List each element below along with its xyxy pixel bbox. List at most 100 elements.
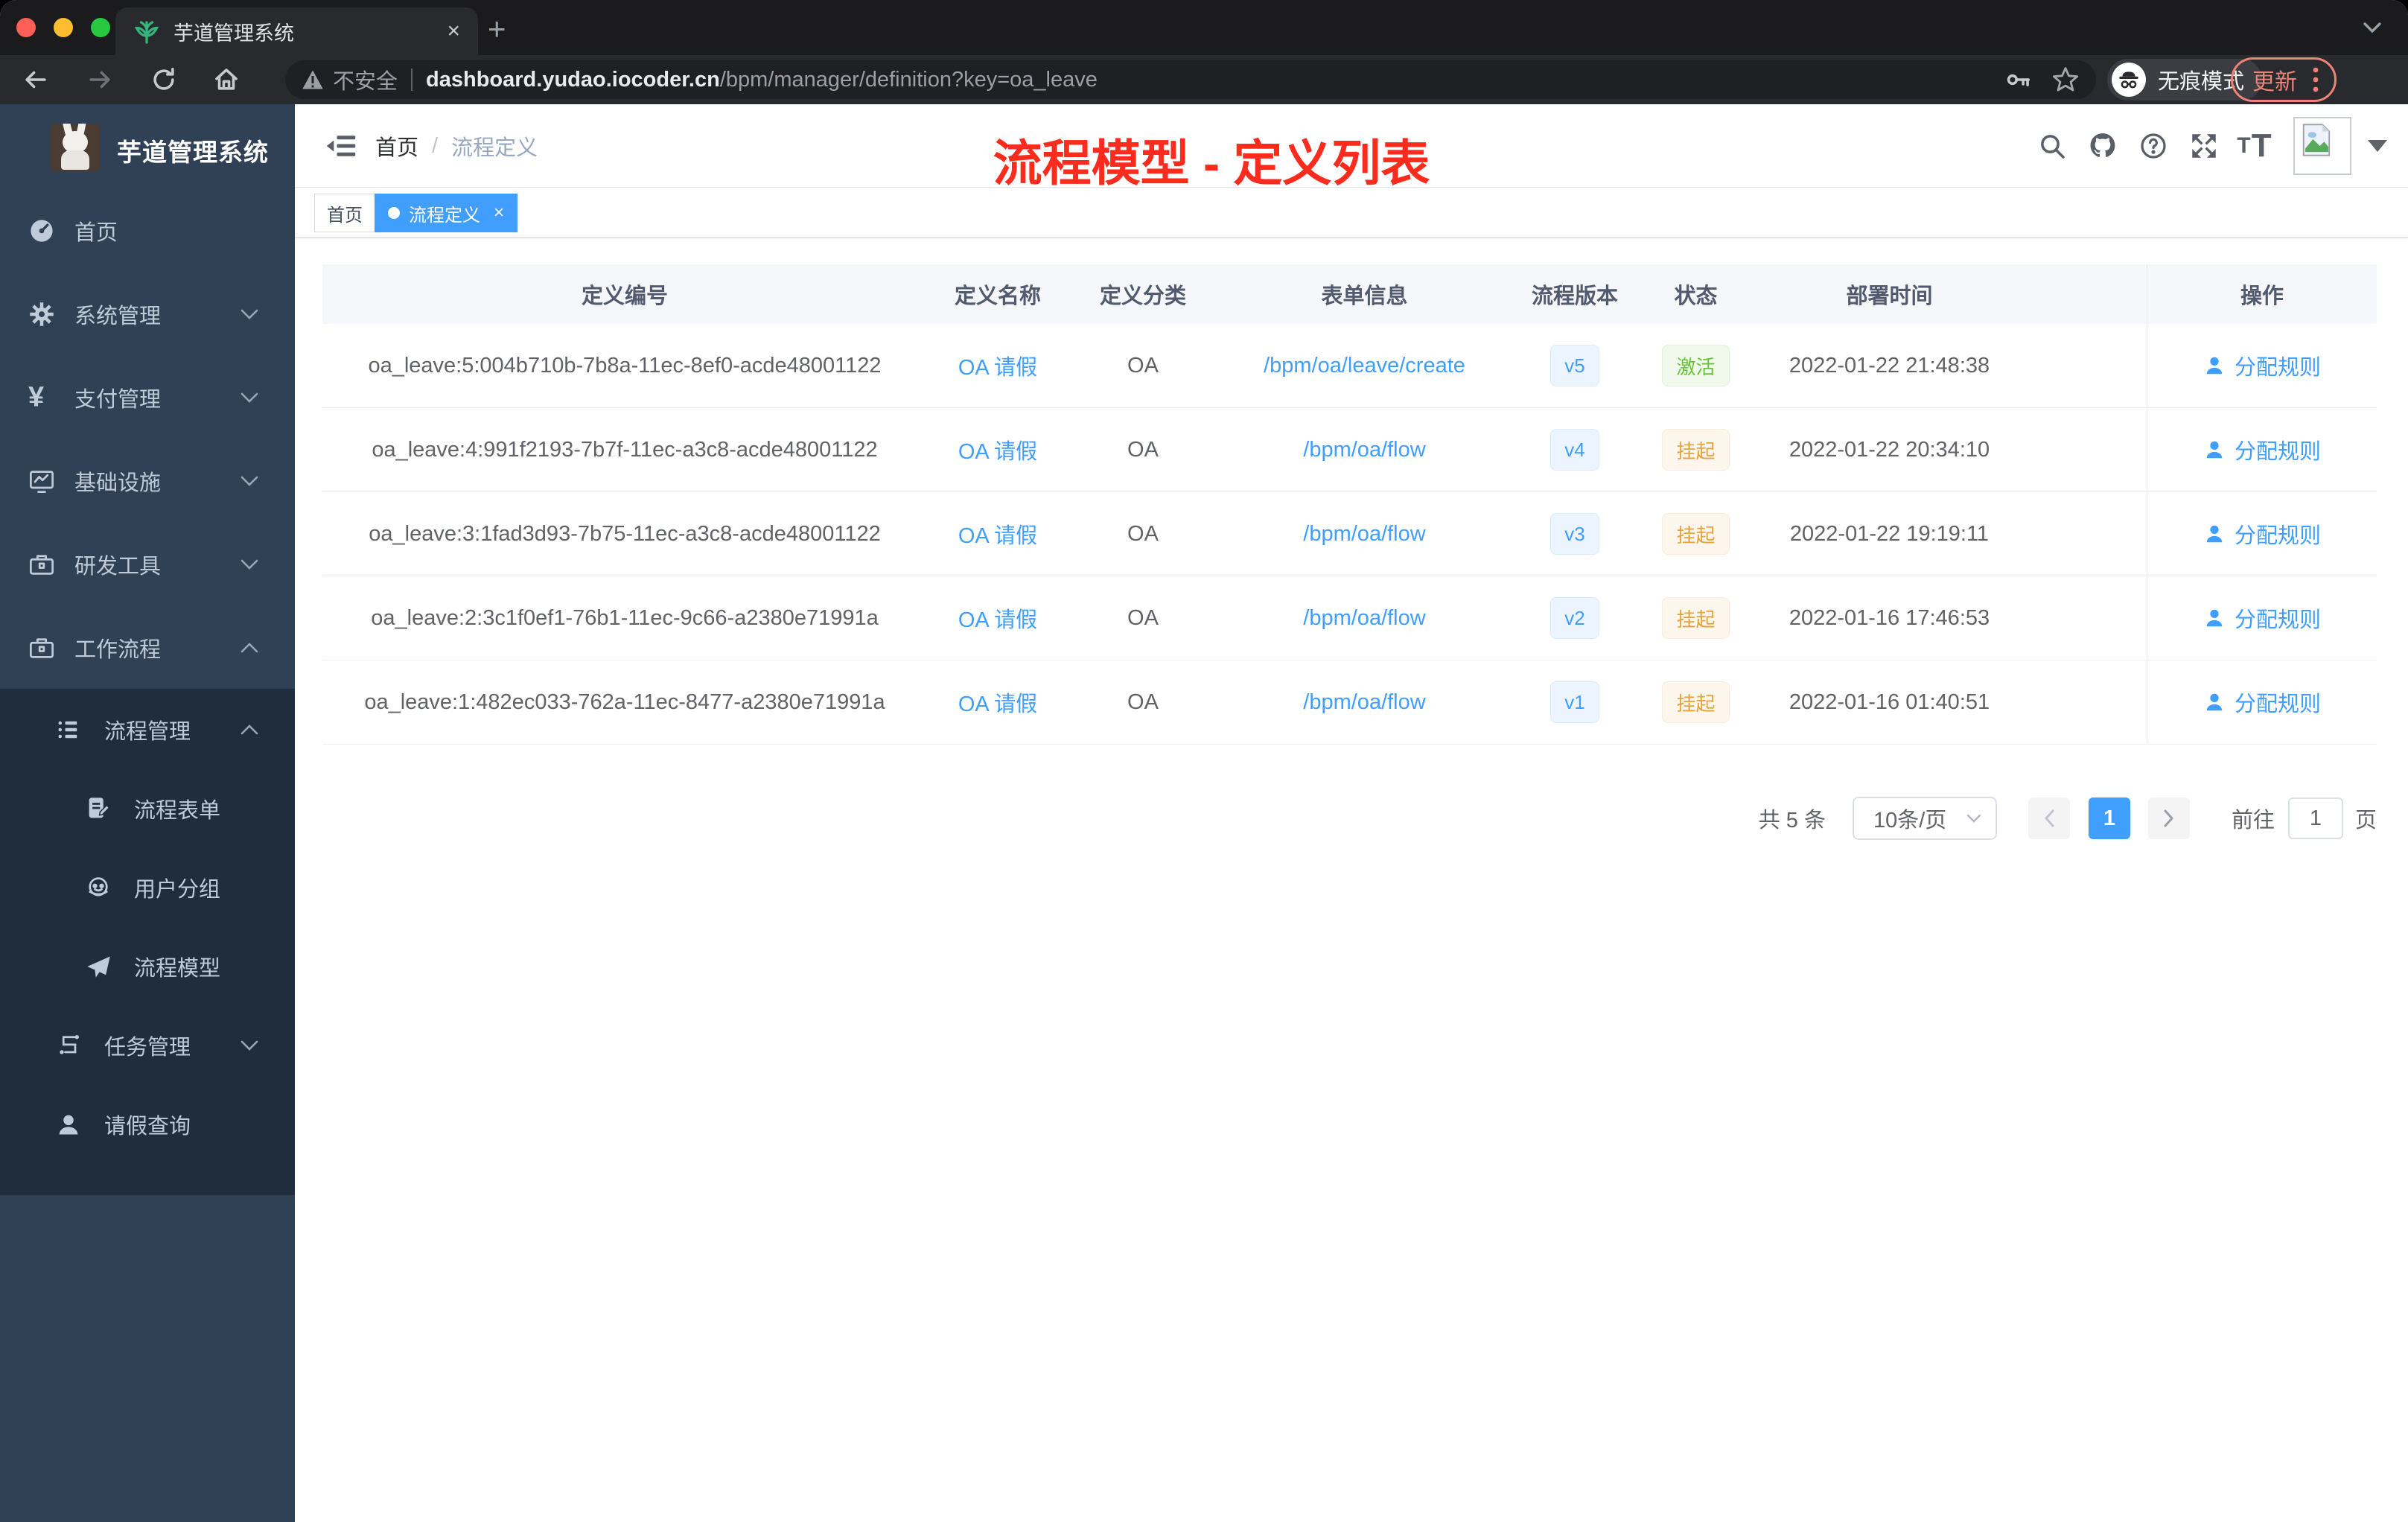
app-logo-row[interactable]: 芋道管理系统	[0, 122, 295, 174]
breadcrumb-home[interactable]: 首页	[375, 130, 418, 162]
hamburger-fold-icon[interactable]	[325, 130, 357, 162]
definition-category: OA	[1127, 605, 1159, 630]
security-warning-icon[interactable]	[302, 69, 324, 90]
version-badge[interactable]: v2	[1550, 597, 1599, 639]
sidebar-item-user-group[interactable]: 用户分组	[0, 854, 295, 921]
version-badge[interactable]: v1	[1550, 681, 1599, 723]
pagination: 共 5 条 10条/页 1 前往 1 页	[322, 797, 2377, 840]
next-page-button[interactable]	[2147, 797, 2190, 839]
col-definition-name: 定义名称	[954, 284, 1041, 308]
col-deploy-time: 部署时间	[1846, 284, 1933, 308]
form-link[interactable]: /bpm/oa/flow	[1303, 606, 1425, 631]
definition-category: OA	[1127, 521, 1159, 546]
close-window-button[interactable]	[16, 18, 36, 37]
font-size-icon[interactable]: TT	[2229, 121, 2280, 171]
home-icon[interactable]	[210, 63, 243, 96]
assign-rule-button[interactable]: 分配规则	[2203, 350, 2321, 381]
prev-page-button[interactable]	[2028, 797, 2070, 839]
tag-process-definition[interactable]: 流程定义 ×	[375, 194, 518, 232]
sidebar-item-devtools[interactable]: 研发工具	[0, 531, 295, 598]
goto-label: 前往	[2231, 809, 2275, 832]
definition-name-link[interactable]: OA 请假	[958, 518, 1037, 550]
sidebar-item-payment[interactable]: ¥ 支付管理	[0, 364, 295, 431]
browser-tab[interactable]: 芋道管理系统 ×	[115, 7, 478, 55]
tag-home[interactable]: 首页	[314, 194, 375, 232]
tab-strip: 芋道管理系统 × +	[0, 0, 2408, 55]
password-key-icon[interactable]	[2004, 66, 2032, 94]
back-icon[interactable]	[19, 63, 52, 96]
prev-arrow-icon	[2045, 809, 2054, 827]
form-link[interactable]: /bpm/oa/flow	[1303, 690, 1425, 715]
reload-icon[interactable]	[147, 63, 180, 96]
flow-nodes-icon	[55, 1032, 82, 1059]
definition-name-link[interactable]: OA 请假	[958, 350, 1037, 381]
assign-rule-button[interactable]: 分配规则	[2203, 687, 2321, 718]
assign-rule-button[interactable]: 分配规则	[2203, 518, 2321, 550]
bookmark-star-icon[interactable]	[2051, 66, 2080, 94]
url-path[interactable]: /bpm/manager/definition?key=oa_leave	[720, 68, 1098, 92]
page-size-select[interactable]: 10条/页	[1852, 797, 1997, 840]
gear-icon	[28, 301, 55, 328]
address-bar[interactable]: 不安全 dashboard.yudao.iocoder.cn/bpm/manag…	[285, 60, 2096, 99]
assign-rule-button[interactable]: 分配规则	[2203, 602, 2321, 634]
paper-plane-icon	[85, 953, 112, 980]
sidebar-item-process-model[interactable]: 流程模型	[0, 933, 295, 1000]
fullscreen-icon[interactable]	[2179, 121, 2229, 171]
sidebar-item-workflow[interactable]: 工作流程	[0, 614, 295, 681]
definition-category: OA	[1127, 353, 1159, 378]
status-badge: 挂起	[1662, 513, 1730, 555]
status-badge: 挂起	[1662, 597, 1730, 639]
github-icon[interactable]	[2077, 121, 2128, 171]
table-row: oa_leave:2:3c1f0ef1-76b1-11ec-9c66-a2380…	[322, 576, 2377, 660]
tab-search-chevron-icon[interactable]	[2360, 19, 2384, 36]
status-badge: 挂起	[1662, 429, 1730, 471]
zoom-window-button[interactable]	[91, 18, 110, 37]
minimize-window-button[interactable]	[54, 18, 73, 37]
briefcase-icon	[28, 634, 55, 661]
col-form-info: 表单信息	[1321, 284, 1408, 308]
definition-id: oa_leave:1:482ec033-762a-11ec-8477-a2380…	[364, 690, 885, 714]
chevron-down-icon	[240, 308, 259, 320]
next-arrow-icon	[2164, 809, 2173, 827]
user-icon	[55, 1111, 82, 1138]
status-badge: 激活	[1662, 345, 1730, 386]
user-icon	[2206, 441, 2223, 459]
security-label[interactable]: 不安全	[333, 64, 398, 95]
avatar[interactable]	[2293, 117, 2351, 175]
form-link[interactable]: /bpm/oa/leave/create	[1264, 354, 1465, 378]
browser-update-button[interactable]: 更新	[2231, 57, 2337, 102]
new-tab-button[interactable]: +	[488, 13, 506, 45]
definition-id: oa_leave:4:991f2193-7b7f-11ec-a3c8-acde4…	[372, 437, 878, 462]
sidebar-item-system[interactable]: 系统管理	[0, 281, 295, 348]
avatar-dropdown-caret-icon[interactable]	[2368, 140, 2387, 152]
form-link[interactable]: /bpm/oa/flow	[1303, 438, 1425, 462]
version-badge[interactable]: v3	[1550, 513, 1599, 555]
definition-name-link[interactable]: OA 请假	[958, 602, 1037, 634]
sidebar-item-process-management[interactable]: 流程管理	[0, 696, 295, 763]
tag-close-icon[interactable]: ×	[494, 203, 504, 223]
sidebar-item-task-management[interactable]: 任务管理	[0, 1012, 295, 1079]
definition-name-link[interactable]: OA 请假	[958, 434, 1037, 465]
tab-close-icon[interactable]: ×	[447, 20, 460, 42]
url-host[interactable]: dashboard.yudao.iocoder.cn	[426, 68, 720, 92]
version-badge[interactable]: v5	[1550, 345, 1599, 386]
col-definition-id: 定义编号	[581, 284, 668, 308]
page-number-button[interactable]: 1	[2088, 797, 2130, 839]
search-icon[interactable]	[2027, 121, 2077, 171]
definition-category: OA	[1127, 690, 1159, 714]
version-badge[interactable]: v4	[1550, 429, 1599, 471]
update-label[interactable]: 更新	[2252, 63, 2297, 96]
user-icon	[2206, 693, 2223, 711]
form-link[interactable]: /bpm/oa/flow	[1303, 522, 1425, 547]
help-icon[interactable]	[2128, 121, 2179, 171]
sidebar-item-leave-query[interactable]: 请假查询	[0, 1091, 295, 1158]
sidebar-item-home[interactable]: 首页	[0, 197, 295, 264]
sidebar-item-infrastructure[interactable]: 基础设施	[0, 448, 295, 515]
definition-name-link[interactable]: OA 请假	[958, 687, 1037, 718]
definition-id: oa_leave:2:3c1f0ef1-76b1-11ec-9c66-a2380…	[371, 605, 879, 630]
goto-page-input[interactable]: 1	[2287, 797, 2343, 839]
forward-icon[interactable]	[83, 63, 116, 96]
assign-rule-button[interactable]: 分配规则	[2203, 434, 2321, 465]
browser-menu-dots-icon[interactable]	[2312, 65, 2319, 95]
sidebar-item-process-form[interactable]: 流程表单	[0, 775, 295, 842]
